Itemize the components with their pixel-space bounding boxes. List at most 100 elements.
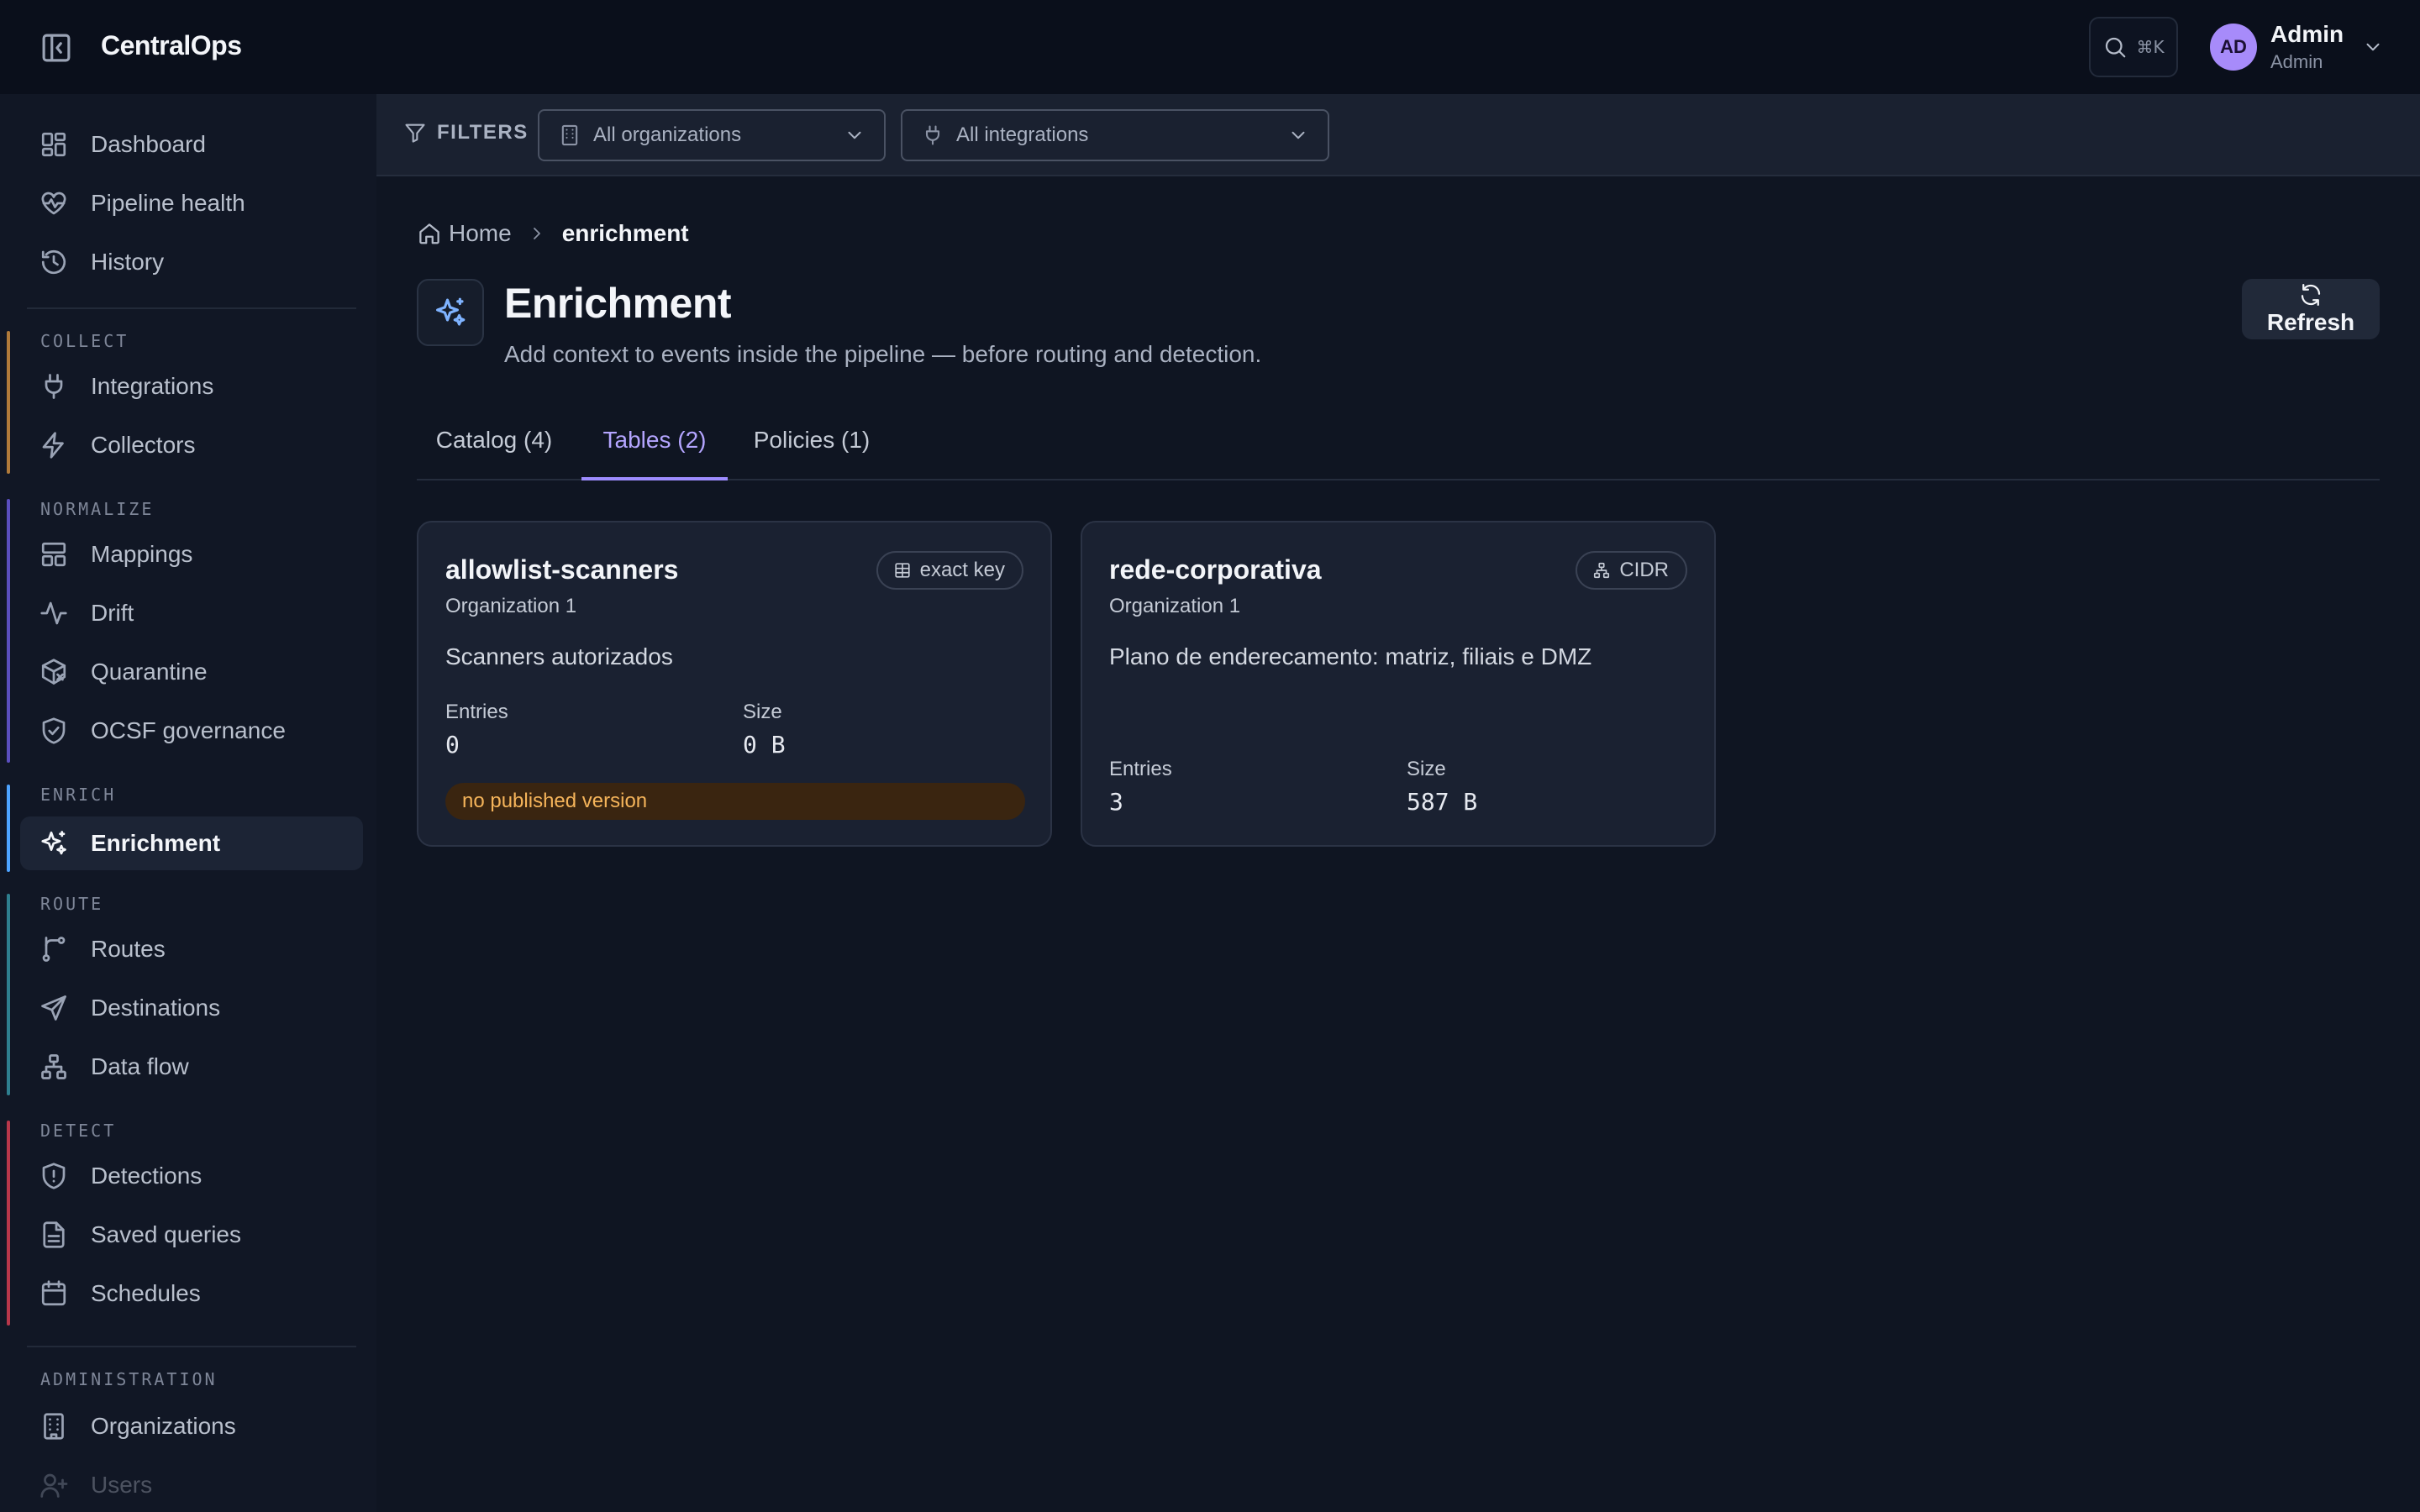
table-name: rede-corporativa [1109, 554, 1322, 585]
app-title: CentralOps [101, 30, 242, 60]
sidebar-toggle-icon[interactable] [39, 30, 74, 66]
network-icon [1594, 562, 1610, 579]
sidebar-item-mappings[interactable]: Mappings [20, 528, 363, 581]
package-x-icon [41, 659, 66, 685]
sidebar-item-detections[interactable]: Detections [20, 1149, 363, 1203]
sidebar-item-label: Drift [91, 600, 134, 626]
history-icon [41, 249, 66, 275]
sidebar-item-label: Quarantine [91, 659, 208, 685]
sidebar-item-routes[interactable]: Routes [20, 922, 363, 976]
sidebar-item-dashboard[interactable]: Dashboard [20, 118, 363, 171]
sidebar-item-drift[interactable]: Drift [20, 586, 363, 640]
sidebar-item-pipeline-health[interactable]: Pipeline health [20, 176, 363, 230]
refresh-button[interactable]: Refresh [2242, 279, 2380, 339]
table-organization: Organization 1 [1109, 595, 1241, 617]
size-label: Size [743, 701, 782, 723]
sidebar-item-label: History [91, 249, 165, 275]
grid-icon [41, 132, 66, 157]
table-card-rede-corporativa[interactable]: rede-corporativa CIDR Organization 1 Pla… [1081, 521, 1716, 847]
user-name: Admin [2270, 21, 2344, 47]
avatar: AD [2210, 24, 2257, 71]
page-icon [417, 279, 484, 346]
sidebar-item-integrations[interactable]: Integrations [20, 360, 363, 413]
section-label-detect: DETECT [40, 1121, 117, 1141]
sidebar-item-label: Integrations [91, 373, 214, 399]
organization-select-value: All organizations [593, 123, 742, 146]
sidebar-item-label: Dashboard [91, 131, 206, 157]
breadcrumb-home-link[interactable]: Home [449, 220, 512, 247]
table-organization: Organization 1 [445, 595, 577, 617]
table-description: Plano de enderecamento: matriz, filiais … [1109, 643, 1592, 669]
sidebar-item-label: Users [91, 1472, 153, 1498]
match-type-badge: exact key [876, 551, 1023, 590]
heart-pulse-icon [41, 192, 66, 215]
enrich-group-bar [7, 785, 10, 872]
sidebar-item-enrichment[interactable]: Enrichment [20, 816, 363, 870]
calendar-icon [41, 1280, 66, 1306]
tab-bar: Catalog (4) Tables (2) Policies (1) [417, 427, 2380, 480]
sidebar-item-label: Pipeline health [91, 190, 245, 216]
send-icon [41, 995, 66, 1021]
breadcrumb: Home enrichment [417, 220, 689, 247]
layout-icon [41, 542, 66, 567]
home-icon[interactable] [417, 221, 442, 246]
integration-select[interactable]: All integrations [901, 109, 1329, 161]
sidebar-divider [27, 1346, 356, 1347]
sidebar-item-label: Saved queries [91, 1221, 242, 1247]
page-title: Enrichment [504, 280, 732, 327]
table-icon [894, 563, 910, 578]
sidebar-divider [27, 307, 356, 309]
bolt-icon [42, 432, 64, 459]
sidebar-item-collectors[interactable]: Collectors [20, 418, 363, 472]
entries-label: Entries [1109, 758, 1172, 780]
tab-policies[interactable]: Policies (1) [739, 427, 884, 480]
sidebar-item-quarantine[interactable]: Quarantine [20, 645, 363, 699]
chevron-down-icon [2366, 43, 2380, 51]
sidebar-item-label: Organizations [91, 1413, 236, 1439]
sidebar-item-schedules[interactable]: Schedules [20, 1267, 363, 1320]
sidebar-item-label: Detections [91, 1163, 203, 1189]
sidebar-item-users[interactable]: Users [20, 1458, 363, 1512]
sparkles-icon [41, 831, 66, 855]
section-label-administration: ADMINISTRATION [40, 1369, 218, 1389]
sidebar-item-label: Mappings [91, 541, 193, 567]
sidebar-item-label: Collectors [91, 432, 196, 458]
network-icon [41, 1054, 66, 1079]
sidebar-item-data-flow[interactable]: Data flow [20, 1040, 363, 1094]
shield-check-icon [42, 717, 66, 744]
sidebar-item-saved-queries[interactable]: Saved queries [20, 1208, 363, 1262]
top-bar: CentralOps ⌘K AD Admin Admin [0, 0, 2420, 94]
activity-icon [40, 601, 67, 625]
sidebar-item-label: Schedules [91, 1280, 201, 1306]
collect-group-bar [7, 331, 10, 474]
git-branch-icon [42, 937, 66, 962]
filter-bar: FILTERS All organizations All integratio… [376, 94, 2420, 176]
user-role: Admin [2270, 51, 2323, 72]
refresh-label: Refresh [2266, 309, 2355, 335]
sidebar-item-label: Enrichment [91, 830, 221, 856]
page-subtitle: Add context to events inside the pipelin… [504, 341, 1262, 367]
building-icon [561, 124, 578, 146]
chevron-down-icon [848, 131, 861, 139]
tab-tables[interactable]: Tables (2) [581, 427, 728, 480]
user-menu[interactable]: AD Admin Admin [2210, 20, 2384, 74]
size-label: Size [1407, 758, 1446, 780]
size-value: 0 B [743, 731, 786, 759]
user-plus-icon [40, 1473, 68, 1498]
shield-alert-icon [42, 1163, 66, 1189]
search-button[interactable]: ⌘K [2089, 17, 2178, 77]
sidebar-item-history[interactable]: History [20, 235, 363, 289]
detect-group-bar [7, 1121, 10, 1326]
section-label-collect: COLLECT [40, 331, 129, 351]
match-type-badge: CIDR [1576, 551, 1687, 590]
sparkles-icon [436, 297, 466, 326]
tab-catalog[interactable]: Catalog (4) [417, 427, 571, 480]
file-text-icon [43, 1221, 65, 1248]
sidebar-item-destinations[interactable]: Destinations [20, 981, 363, 1035]
building-icon [44, 1413, 64, 1440]
sidebar-item-organizations[interactable]: Organizations [20, 1399, 363, 1453]
table-card-allowlist-scanners[interactable]: allowlist-scanners exact key Organizatio… [417, 521, 1052, 847]
organization-select[interactable]: All organizations [538, 109, 886, 161]
sidebar-item-ocsf-governance[interactable]: OCSF governance [20, 704, 363, 758]
route-group-bar [7, 894, 10, 1095]
